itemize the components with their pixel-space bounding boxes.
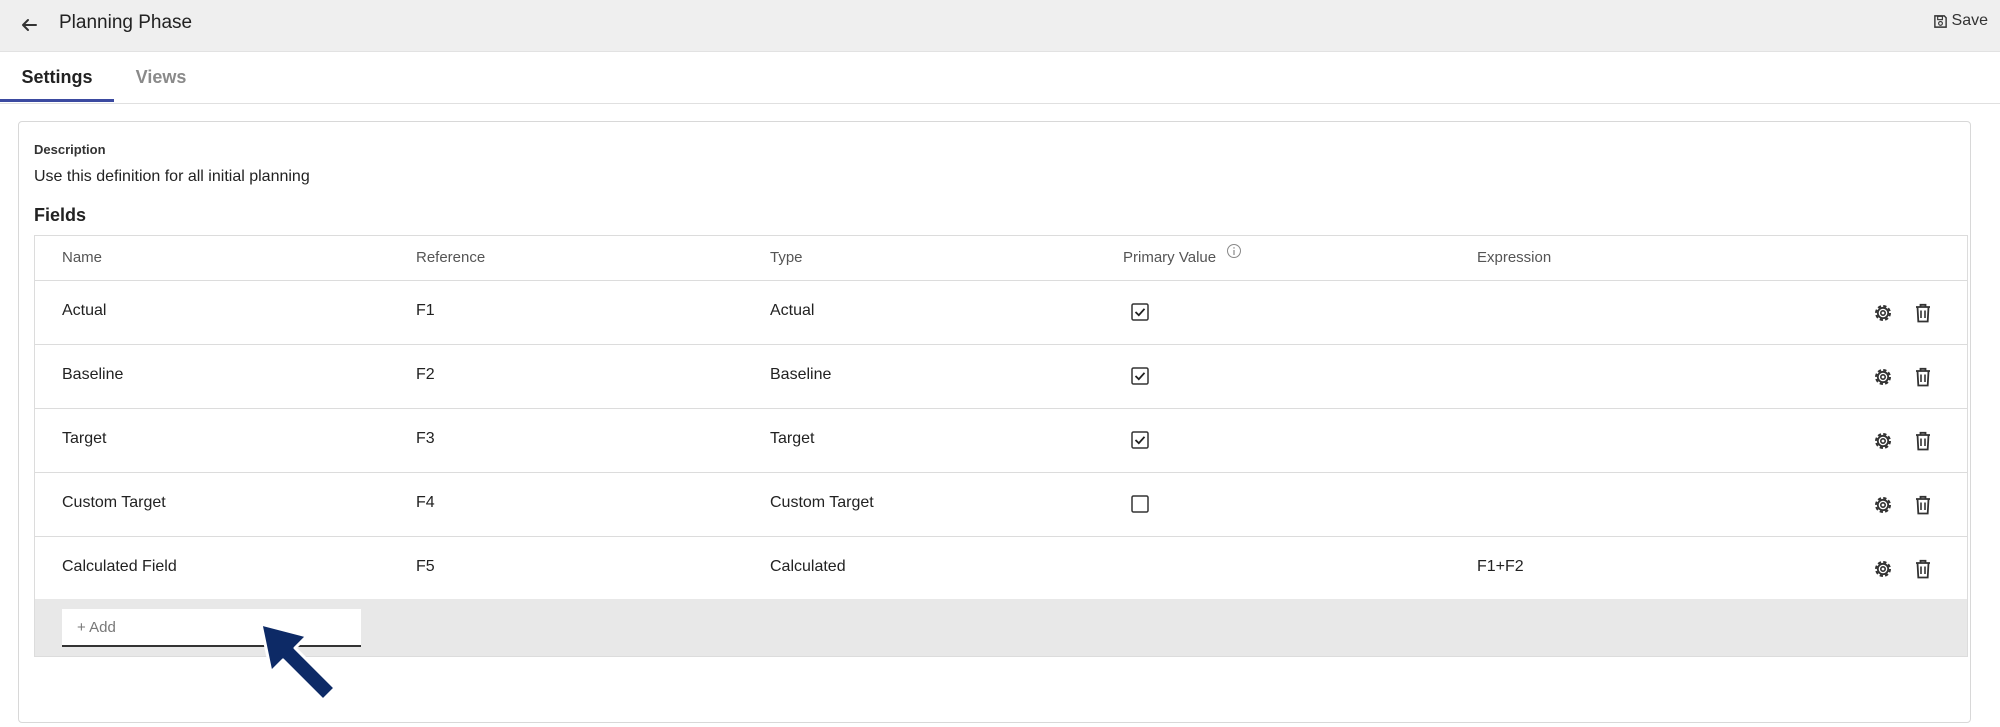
- info-icon[interactable]: [1226, 243, 1242, 264]
- primary-value-checkbox[interactable]: [1131, 495, 1149, 513]
- settings-gear-icon[interactable]: [1871, 365, 1895, 389]
- table-row: Actual F1 Actual: [35, 281, 1967, 345]
- active-tab-indicator: [0, 99, 114, 102]
- fields-table: Name Reference Type Primary Value Expres…: [34, 235, 1968, 657]
- fields-title: Fields: [34, 205, 87, 225]
- settings-gear-icon[interactable]: [1871, 557, 1895, 581]
- field-name: Calculated Field: [62, 558, 177, 575]
- settings-gear-icon[interactable]: [1871, 301, 1895, 325]
- tab-bar: Settings Views: [0, 52, 2000, 104]
- table-row: Target F3 Target: [35, 409, 1967, 473]
- annotation-arrow-icon: [259, 622, 337, 702]
- page-title: Planning Phase: [59, 12, 193, 33]
- field-type: Baseline: [770, 366, 832, 383]
- settings-gear-icon[interactable]: [1871, 429, 1895, 453]
- field-type: Target: [770, 430, 815, 447]
- field-expression: F1+F2: [1477, 558, 1524, 575]
- table-row: Custom Target F4 Custom Target: [35, 473, 1967, 537]
- delete-trash-icon[interactable]: [1911, 557, 1935, 581]
- delete-trash-icon[interactable]: [1911, 301, 1935, 325]
- table-header: Name Reference Type Primary Value Expres…: [35, 236, 1967, 281]
- column-header-reference: Reference: [416, 249, 486, 266]
- field-type: Custom Target: [770, 494, 874, 511]
- column-header-name: Name: [62, 249, 103, 266]
- save-button[interactable]: Save: [1933, 12, 1988, 30]
- field-name: Custom Target: [62, 494, 166, 511]
- field-name: Baseline: [62, 366, 124, 383]
- primary-value-checkbox[interactable]: [1131, 367, 1149, 385]
- primary-value-checkbox[interactable]: [1131, 303, 1149, 321]
- field-reference: F4: [416, 494, 435, 511]
- field-type: Actual: [770, 302, 815, 319]
- floppy-disk-icon: [1933, 14, 1947, 28]
- table-row: Baseline F2 Baseline: [35, 345, 1967, 409]
- field-type: Calculated: [770, 558, 846, 575]
- delete-trash-icon[interactable]: [1911, 493, 1935, 517]
- primary-value-checkbox[interactable]: [1131, 431, 1149, 449]
- top-bar: Planning Phase Save: [0, 0, 2000, 52]
- delete-trash-icon[interactable]: [1911, 365, 1935, 389]
- field-name: Target: [62, 430, 107, 447]
- column-header-primary-value: Primary Value: [1123, 249, 1217, 266]
- field-name: Actual: [62, 302, 107, 319]
- field-reference: F1: [416, 302, 435, 319]
- column-header-type: Type: [770, 249, 803, 266]
- description-label: Description: [34, 142, 106, 157]
- description-text[interactable]: Use this definition for all initial plan…: [34, 168, 310, 186]
- tab-views[interactable]: Views: [130, 52, 192, 102]
- settings-gear-icon[interactable]: [1871, 493, 1895, 517]
- field-reference: F3: [416, 430, 435, 447]
- table-row: Calculated Field F5 Calculated F1+F2: [35, 537, 1967, 601]
- tab-settings[interactable]: Settings: [0, 52, 114, 102]
- save-label: Save: [1951, 12, 1988, 29]
- back-button[interactable]: [14, 10, 44, 40]
- delete-trash-icon[interactable]: [1911, 429, 1935, 453]
- field-reference: F2: [416, 366, 435, 383]
- column-header-expression: Expression: [1477, 249, 1552, 266]
- back-arrow-icon: [22, 19, 37, 31]
- field-reference: F5: [416, 558, 435, 575]
